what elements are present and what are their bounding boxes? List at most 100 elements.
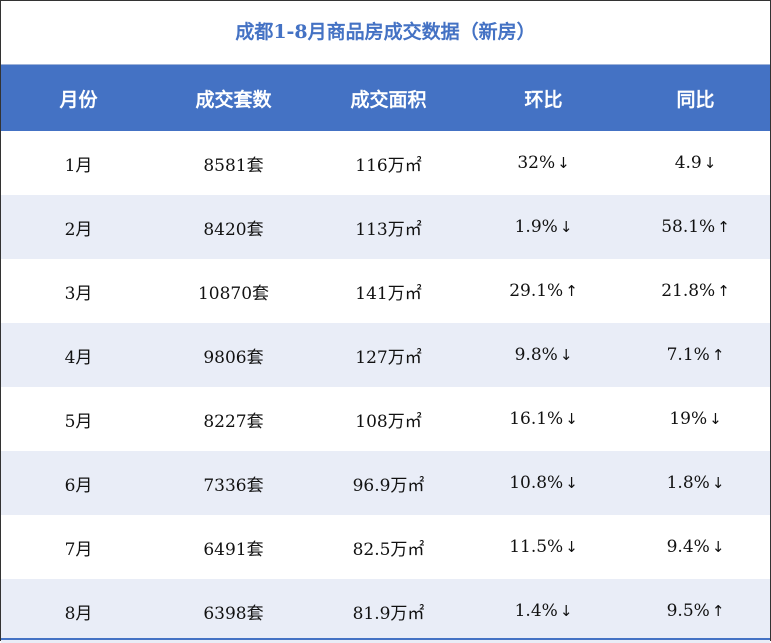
cell-units: 6398套 xyxy=(156,579,311,643)
mom-text: 1.4% xyxy=(514,601,558,621)
area-text: 96.9万㎡ xyxy=(352,475,425,496)
units-text: 8581套 xyxy=(203,155,264,176)
cell-mom: 10.8% ↓ xyxy=(466,451,621,515)
cell-yoy: 19% ↓ xyxy=(621,387,770,451)
cell-area: 81.9万㎡ xyxy=(311,579,466,643)
sales-table: 月份 成交套数 成交面积 环比 同比 1月 8581套 116万㎡ 32% ↓ 4.9 ↓ 2… xyxy=(1,65,770,643)
cell-yoy: 58.1% ↑ xyxy=(621,195,770,259)
trend-arrow-icon: ↓ xyxy=(557,154,570,172)
cell-month: 1月 xyxy=(1,131,156,195)
cell-mom: 16.1% ↓ xyxy=(466,387,621,451)
cell-area: 108万㎡ xyxy=(311,387,466,451)
cell-units: 9806套 xyxy=(156,323,311,387)
header-row: 月份 成交套数 成交面积 环比 同比 xyxy=(1,65,770,131)
trend-arrow-icon: ↑ xyxy=(711,346,725,364)
cell-units: 8581套 xyxy=(156,131,311,195)
trend-arrow-icon: ↓ xyxy=(711,474,725,492)
mom-text: 10.8% xyxy=(509,473,564,493)
table-row: 2月 8420套 113万㎡ 1.9% ↓ 58.1% ↑ xyxy=(1,195,770,259)
month-text: 7月 xyxy=(64,539,93,560)
mom-text: 11.5% xyxy=(509,537,564,557)
area-text: 116万㎡ xyxy=(355,155,422,176)
mom-text: 29.1% xyxy=(509,281,564,301)
header-units: 成交套数 xyxy=(156,65,311,131)
header-month: 月份 xyxy=(1,65,156,131)
yoy-text: 7.1% xyxy=(666,345,710,365)
cell-yoy: 21.8% ↑ xyxy=(621,259,770,323)
cell-area: 116万㎡ xyxy=(311,131,466,195)
header-yoy: 同比 xyxy=(621,65,770,131)
yoy-text: 4.9 xyxy=(674,153,702,173)
trend-arrow-icon: ↓ xyxy=(559,602,573,620)
mom-text: 9.8% xyxy=(514,345,558,365)
table-title: 成都1-8月商品房成交数据（新房） xyxy=(1,1,770,65)
area-text: 113万㎡ xyxy=(355,219,422,240)
trend-arrow-icon: ↑ xyxy=(717,282,730,300)
units-text: 9806套 xyxy=(203,347,264,368)
cell-mom: 29.1% ↑ xyxy=(466,259,621,323)
cell-month: 5月 xyxy=(1,387,156,451)
units-text: 8420套 xyxy=(203,219,264,240)
cell-yoy: 9.4% ↓ xyxy=(621,515,770,579)
month-text: 1月 xyxy=(64,155,93,176)
cell-yoy: 9.5% ↑ xyxy=(621,579,770,643)
month-text: 6月 xyxy=(64,475,93,496)
units-text: 6491套 xyxy=(203,539,264,560)
cell-units: 6491套 xyxy=(156,515,311,579)
yoy-text: 19% xyxy=(669,409,708,429)
cell-mom: 11.5% ↓ xyxy=(466,515,621,579)
month-text: 4月 xyxy=(64,347,93,368)
cell-yoy: 4.9 ↓ xyxy=(621,131,770,195)
units-text: 8227套 xyxy=(203,411,264,432)
header-mom: 环比 xyxy=(466,65,621,131)
bottom-divider xyxy=(1,638,770,640)
yoy-text: 1.8% xyxy=(666,473,710,493)
mom-text: 1.9% xyxy=(514,217,558,237)
area-text: 108万㎡ xyxy=(355,411,422,432)
units-text: 6398套 xyxy=(203,603,264,624)
cell-area: 113万㎡ xyxy=(311,195,466,259)
month-text: 8月 xyxy=(64,603,93,624)
area-text: 141万㎡ xyxy=(355,283,422,304)
cell-month: 2月 xyxy=(1,195,156,259)
cell-mom: 9.8% ↓ xyxy=(466,323,621,387)
trend-arrow-icon: ↓ xyxy=(709,410,722,428)
cell-month: 4月 xyxy=(1,323,156,387)
trend-arrow-icon: ↓ xyxy=(565,538,578,556)
cell-mom: 1.4% ↓ xyxy=(466,579,621,643)
cell-month: 7月 xyxy=(1,515,156,579)
trend-arrow-icon: ↓ xyxy=(565,410,578,428)
cell-yoy: 7.1% ↑ xyxy=(621,323,770,387)
data-table-card: 成都1-8月商品房成交数据（新房） 月份 成交套数 成交面积 环比 同比 1月 8… xyxy=(0,0,771,643)
yoy-text: 58.1% xyxy=(661,217,716,237)
cell-units: 8227套 xyxy=(156,387,311,451)
area-text: 82.5万㎡ xyxy=(352,539,425,560)
cell-area: 82.5万㎡ xyxy=(311,515,466,579)
mom-text: 32% xyxy=(517,153,556,173)
trend-arrow-icon: ↓ xyxy=(559,346,573,364)
trend-arrow-icon: ↓ xyxy=(703,154,717,172)
cell-area: 127万㎡ xyxy=(311,323,466,387)
trend-arrow-icon: ↑ xyxy=(717,218,730,236)
cell-mom: 32% ↓ xyxy=(466,131,621,195)
cell-area: 141万㎡ xyxy=(311,259,466,323)
trend-arrow-icon: ↓ xyxy=(559,218,573,236)
cell-month: 6月 xyxy=(1,451,156,515)
yoy-text: 9.4% xyxy=(666,537,710,557)
table-row: 1月 8581套 116万㎡ 32% ↓ 4.9 ↓ xyxy=(1,131,770,195)
yoy-text: 9.5% xyxy=(666,601,710,621)
cell-mom: 1.9% ↓ xyxy=(466,195,621,259)
mom-text: 16.1% xyxy=(509,409,564,429)
trend-arrow-icon: ↓ xyxy=(565,474,578,492)
area-text: 127万㎡ xyxy=(355,347,422,368)
cell-yoy: 1.8% ↓ xyxy=(621,451,770,515)
trend-arrow-icon: ↓ xyxy=(711,538,725,556)
header-area: 成交面积 xyxy=(311,65,466,131)
units-text: 10870套 xyxy=(197,283,270,304)
table-row: 6月 7336套 96.9万㎡ 10.8% ↓ 1.8% ↓ xyxy=(1,451,770,515)
month-text: 5月 xyxy=(64,411,93,432)
yoy-text: 21.8% xyxy=(661,281,716,301)
units-text: 7336套 xyxy=(203,475,264,496)
area-text: 81.9万㎡ xyxy=(352,603,425,624)
table-row: 7月 6491套 82.5万㎡ 11.5% ↓ 9.4% ↓ xyxy=(1,515,770,579)
